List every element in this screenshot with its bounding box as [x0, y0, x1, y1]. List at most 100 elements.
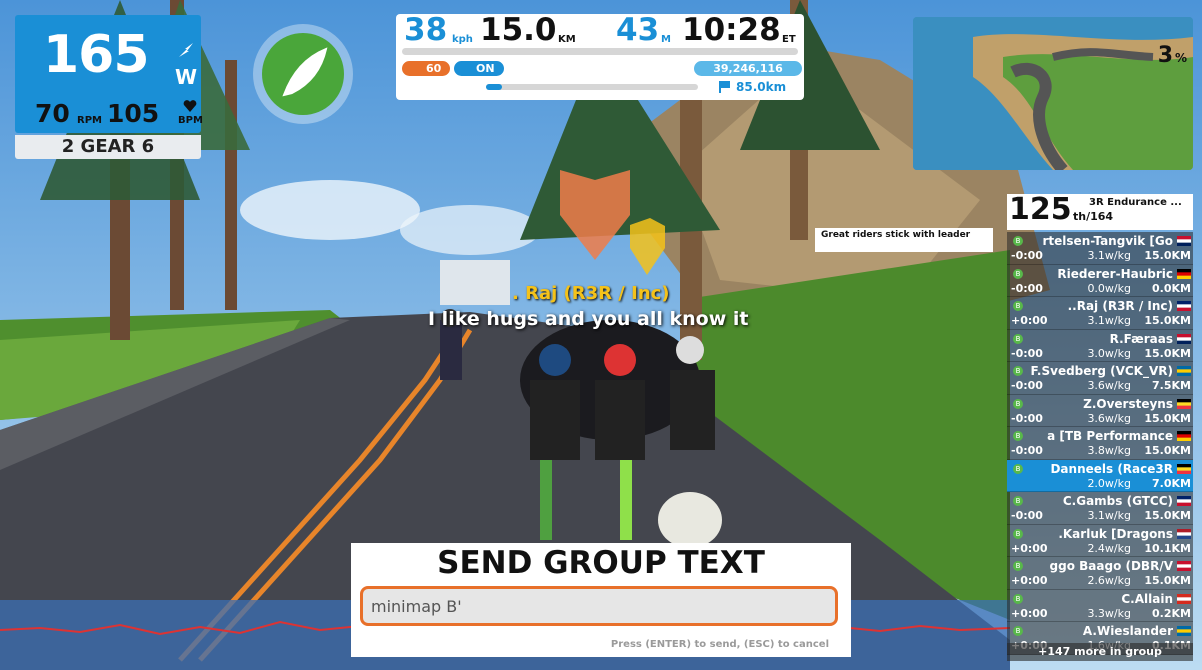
time-value: 10:28 [682, 12, 781, 48]
feather-icon [282, 47, 328, 97]
rider-wkg: 3.1w/kg [1087, 314, 1131, 327]
category-badge: B [1013, 236, 1023, 246]
leaderboard-row[interactable]: B Z.Oversteyns -0:00 3.6w/kg 15.0KM [1007, 394, 1193, 427]
xp-pill: 39,246,116 [694, 61, 802, 76]
rider-distance: 15.0KM [1144, 574, 1191, 587]
rider-wkg: 3.0w/kg [1087, 346, 1131, 360]
cadence-unit: RPM [77, 115, 102, 126]
category-badge: B [1013, 561, 1023, 571]
rider-name: .Karluk [Dragons [1058, 526, 1173, 541]
category-badge: B [1013, 333, 1023, 344]
rider-name: Riederer-Haubric [1057, 266, 1173, 281]
rider-name: rtelsen-Tangvik [Go [1042, 234, 1174, 248]
country-flag-icon [1177, 398, 1191, 409]
speed-unit: kph [452, 34, 473, 45]
category-badge: B [1013, 463, 1023, 474]
rider-distance: 0.0KM [1152, 281, 1191, 295]
category-badge: B [1013, 496, 1023, 506]
category-badge: B [1013, 593, 1023, 604]
game-scene: 165 W 70 RPM 105 BPM 2 GEAR 6 38 kph 15.… [0, 0, 1202, 670]
leaderboard-header: 125 th/164 3R Endurance ... [1007, 192, 1193, 230]
country-flag-icon [1177, 626, 1191, 636]
country-flag-icon [1177, 593, 1191, 604]
country-flag-icon [1177, 301, 1191, 311]
finish-flag-icon [719, 81, 730, 93]
cadence-target: 60 [426, 62, 442, 75]
category-badge: B [1013, 301, 1023, 311]
speed-value: 38 [404, 12, 448, 48]
rider-gap: -0:00 [1011, 346, 1043, 360]
send-group-text-body: Press (ENTER) to send, (ESC) to cancel [351, 581, 851, 657]
leaderboard-row[interactable]: B R.Færaas -0:00 3.0w/kg 15.0KM [1007, 329, 1193, 362]
minimap-terrain [913, 17, 1193, 170]
progress-bar-top [402, 48, 798, 55]
elevation-value: 43 [616, 12, 660, 48]
power-panel: 165 W 70 RPM 105 BPM 2 GEAR 6 [15, 15, 203, 159]
country-flag-icon [1177, 561, 1191, 571]
rider-name: C.Gambs (GTCC) [1062, 494, 1173, 508]
rider-name: Z.Oversteyns [1083, 396, 1173, 411]
route-progress [486, 84, 698, 90]
country-flag-icon [1177, 496, 1191, 506]
category-badge: B [1013, 268, 1023, 279]
powerup-feather[interactable] [253, 24, 353, 124]
rider-distance: 7.5KM [1152, 379, 1191, 392]
distance-value: 15.0 [480, 12, 557, 48]
rider-distance: 15.0KM [1144, 249, 1191, 262]
category-badge: B [1013, 366, 1023, 376]
rider-distance: 15.0KM [1144, 314, 1191, 327]
leaderboard-row[interactable]: B Riederer-Haubric -0:00 0.0w/kg 0.0KM [1007, 264, 1193, 297]
rider-name: C.Allain [1121, 591, 1173, 606]
leaderboard-row[interactable]: B F.Svedberg (VCK_VR) -0:00 3.6w/kg 7.5KM [1007, 362, 1193, 395]
leaderboard-row[interactable]: Ba [TB Performance -0:00 3.8w/kg 15.0KM [1007, 427, 1193, 460]
rider-wkg: 3.3w/kg [1087, 606, 1131, 620]
category-badge: B [1013, 398, 1023, 409]
route-distance: 85.0km [736, 80, 787, 94]
position-value: 125 [1009, 192, 1072, 227]
feather-badge [262, 33, 344, 115]
leader-tooltip: Great riders stick with leader [815, 228, 993, 252]
leaderboard-row[interactable]: B Danneels (Race3R 2.0w/kg 7.0KM [1007, 459, 1193, 492]
route-progress-fill [486, 84, 502, 90]
leaderboard-row[interactable]: B .Karluk [Dragons +0:00 2.4w/kg 10.1KM [1007, 524, 1193, 557]
trainer-status-pill: ON [454, 61, 504, 76]
rider-wkg: 0.0w/kg [1087, 281, 1131, 295]
more-in-group[interactable]: +147 more in group [1007, 643, 1193, 661]
elevation-unit: M [661, 34, 671, 45]
send-hint: Press (ENTER) to send, (ESC) to cancel [610, 639, 829, 650]
leaderboard-row[interactable]: Brtelsen-Tangvik [Go -0:00 3.1w/kg 15.0KM [1007, 232, 1193, 265]
group-text-input[interactable] [360, 586, 838, 626]
heart-rate-value: 105 [107, 99, 160, 128]
rider-name: Danneels (Race3R [1050, 461, 1173, 476]
rider-wkg: 2.4w/kg [1087, 541, 1131, 555]
minimap[interactable]: 3 % [913, 17, 1193, 170]
rider-distance: 15.0KM [1144, 509, 1191, 522]
leaderboard-row[interactable]: B C.Gambs (GTCC) -0:00 3.1w/kg 15.0KM [1007, 492, 1193, 525]
rider-name: ..Raj (R3R / Inc) [1067, 299, 1173, 313]
rider-name: R.Færaas [1109, 331, 1173, 346]
country-flag-icon [1177, 268, 1191, 279]
country-flag-icon [1177, 236, 1191, 246]
category-badge: B [1013, 528, 1023, 539]
gradient-value: 3 [1157, 43, 1173, 68]
rider-wkg: 3.1w/kg [1087, 249, 1131, 262]
rider-distance: 15.0KM [1144, 346, 1191, 360]
send-group-text-title: SEND GROUP TEXT [351, 543, 851, 581]
leaderboard-row[interactable]: Bggo Baago (DBR/V +0:00 2.6w/kg 15.0KM [1007, 557, 1193, 590]
rider-gap: -0:00 [1011, 281, 1043, 295]
country-flag-icon [1177, 366, 1191, 376]
distance-unit: KM [558, 34, 576, 45]
rider-distance: 0.2KM [1152, 606, 1191, 620]
time-unit: ET [782, 34, 796, 45]
rider-wkg: 3.8w/kg [1087, 444, 1131, 457]
category-badge: B [1013, 431, 1023, 441]
rider-wkg: 2.0w/kg [1087, 476, 1131, 490]
country-flag-icon [1177, 463, 1191, 474]
leaderboard-row[interactable]: B C.Allain +0:00 3.3w/kg 0.2KM [1007, 589, 1193, 622]
cadence-target-pill: 60 [402, 61, 450, 76]
watts-unit: W [175, 65, 198, 89]
leaderboard-row[interactable]: B ..Raj (R3R / Inc) +0:00 3.1w/kg 15.0KM [1007, 297, 1193, 330]
chat-message: I like hugs and you all know it [428, 308, 749, 330]
top-hud: 38 kph 15.0 KM 43 M 10:28 ET 60 ON 39,24… [396, 12, 804, 100]
category-badge: B [1013, 626, 1023, 636]
